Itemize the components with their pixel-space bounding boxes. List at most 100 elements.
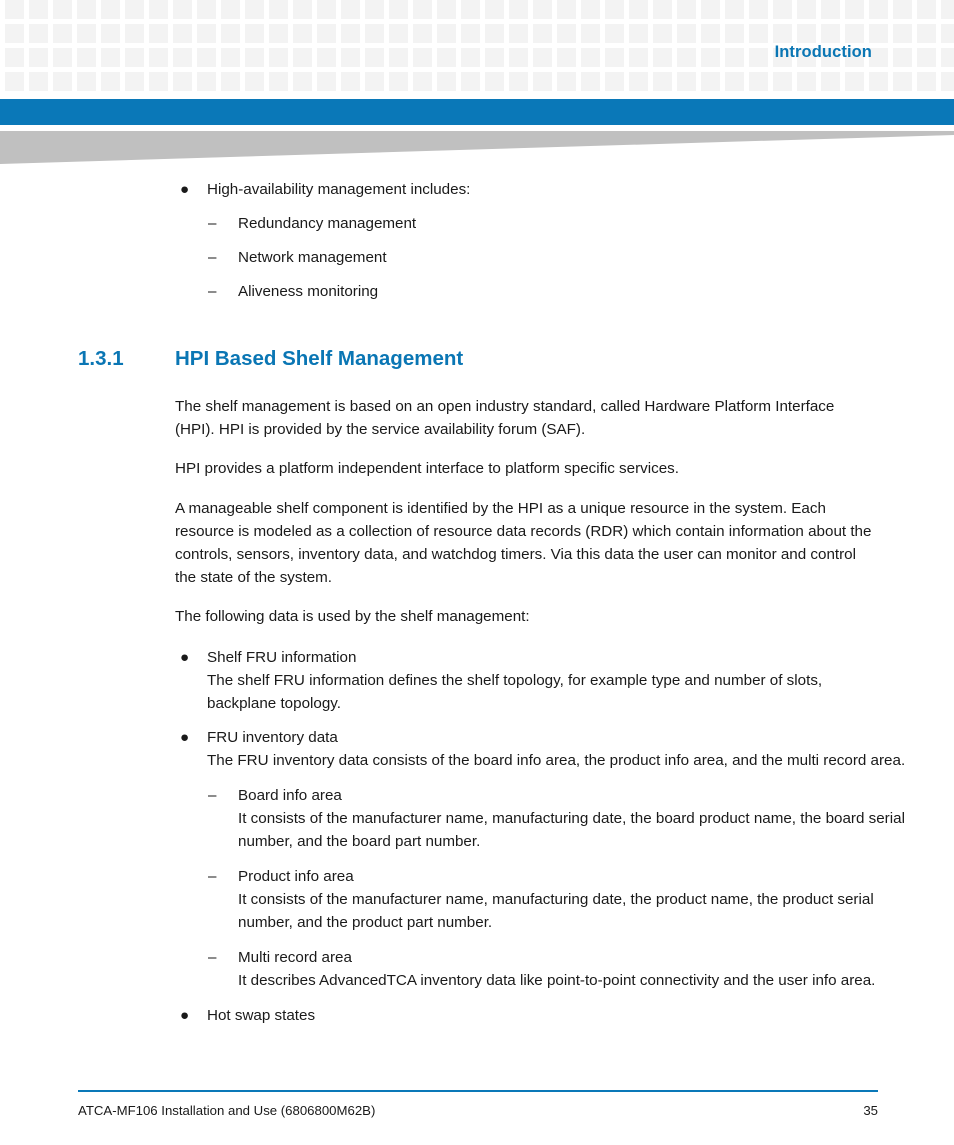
- header-grid-square: [365, 72, 384, 91]
- header-grid-square: [509, 24, 528, 43]
- header-grid-square: [581, 24, 600, 43]
- header-blue-bar: [0, 99, 954, 125]
- header-grid-square: [341, 72, 360, 91]
- header-grid-square: [125, 0, 144, 19]
- header-grid-square: [221, 24, 240, 43]
- header-grid-square: [605, 0, 624, 19]
- header-grid-square: [701, 72, 720, 91]
- list-item-title: Product info area: [238, 867, 354, 885]
- header-grid-square: [293, 72, 312, 91]
- header-grid-square: [917, 72, 936, 91]
- header-grid-square: [485, 0, 504, 19]
- header-grid-square: [533, 48, 552, 67]
- header-grid-square: [53, 48, 72, 67]
- header-grid-square: [845, 0, 864, 19]
- header-grid-square: [485, 24, 504, 43]
- header-grid-square: [389, 72, 408, 91]
- header-grid-square: [701, 48, 720, 67]
- header-grid-square: [581, 0, 600, 19]
- header-grid-square: [749, 24, 768, 43]
- header-grid-square: [509, 0, 528, 19]
- header-grid-square: [101, 72, 120, 91]
- header-grid-square: [365, 0, 384, 19]
- header-grid-square: [821, 0, 840, 19]
- header-grid-square: [869, 24, 888, 43]
- header-grid-square: [677, 48, 696, 67]
- header-grid-square: [413, 0, 432, 19]
- header-grid-square: [125, 48, 144, 67]
- header-grid-square: [941, 72, 954, 91]
- header-grid-square: [893, 48, 912, 67]
- header-grid-square: [869, 72, 888, 91]
- page-content: ● High-availability management includes:…: [0, 178, 954, 1027]
- header-grid-square: [341, 0, 360, 19]
- header-grid-square: [221, 48, 240, 67]
- header-grid-square: [125, 24, 144, 43]
- list-item-label: Redundancy management: [238, 215, 417, 232]
- header-grid-square: [149, 0, 168, 19]
- list-item-title: Board info area: [238, 786, 342, 804]
- list-item-body: The FRU inventory data consists of the b…: [207, 751, 906, 769]
- header-grid-square: [53, 0, 72, 19]
- header-grid-square: [509, 72, 528, 91]
- header-grid-square: [29, 0, 48, 19]
- header-grid-square: [245, 72, 264, 91]
- header-grid-square: [77, 24, 96, 43]
- header-grid-square: [701, 24, 720, 43]
- header-grid-square: [149, 48, 168, 67]
- list-item: ● Shelf FRU information The shelf FRU in…: [175, 646, 954, 715]
- header-grid-square: [173, 48, 192, 67]
- header-grid-square: [293, 24, 312, 43]
- footer-document-title: ATCA-MF106 Installation and Use (6806800…: [78, 1103, 376, 1118]
- header-grid-square: [221, 0, 240, 19]
- dash-icon: –: [208, 283, 217, 300]
- header-grid-square: [269, 0, 288, 19]
- header-grid-square: [77, 0, 96, 19]
- header-grid-square: [389, 48, 408, 67]
- header-grid-square: [437, 72, 456, 91]
- header-grid-square: [509, 48, 528, 67]
- header-grid-square: [941, 24, 954, 43]
- list-item: ● Hot swap states: [175, 1004, 954, 1027]
- header-grid-square: [53, 72, 72, 91]
- list-item-title: FRU inventory data: [207, 728, 338, 746]
- list-item: – Product info area It consists of the m…: [175, 865, 954, 934]
- header-grid-square: [581, 72, 600, 91]
- dash-icon: –: [208, 249, 217, 266]
- header-grid-square: [653, 72, 672, 91]
- header-grid-square: [365, 24, 384, 43]
- header-grid-square: [5, 0, 24, 19]
- bullet-icon: ●: [180, 1006, 190, 1024]
- header-grid-square: [773, 24, 792, 43]
- running-header-title: Introduction: [774, 43, 872, 61]
- header-grid-square: [893, 24, 912, 43]
- list-item: – Aliveness monitoring: [175, 280, 954, 303]
- list-item: ● High-availability management includes:: [175, 178, 954, 201]
- header-grid-square: [197, 0, 216, 19]
- header-grid-square: [557, 24, 576, 43]
- list-item: – Multi record area It describes Advance…: [175, 946, 954, 992]
- header-grid-square: [53, 24, 72, 43]
- header-grid-square: [845, 24, 864, 43]
- header-grid-square: [629, 48, 648, 67]
- header-grid-square: [197, 48, 216, 67]
- dash-icon: –: [208, 215, 217, 232]
- list-item: ● FRU inventory data The FRU inventory d…: [175, 726, 954, 772]
- header-grid-square: [893, 72, 912, 91]
- header-grid-square: [77, 48, 96, 67]
- header-grid-square: [485, 48, 504, 67]
- header-grid-square: [29, 72, 48, 91]
- header-grid-square: [893, 0, 912, 19]
- header-grid-square: [557, 72, 576, 91]
- bullet-icon: ●: [180, 648, 190, 666]
- header-grid-square: [341, 48, 360, 67]
- section-number: 1.3.1: [78, 347, 124, 370]
- list-item-body: It describes AdvancedTCA inventory data …: [238, 971, 876, 989]
- header-grid-square: [581, 48, 600, 67]
- header-grid-square: [533, 24, 552, 43]
- header-grid-square: [269, 72, 288, 91]
- header-grid-square: [269, 24, 288, 43]
- header-grid-square: [461, 0, 480, 19]
- list-item: – Network management: [175, 246, 954, 269]
- header-grid-square: [773, 0, 792, 19]
